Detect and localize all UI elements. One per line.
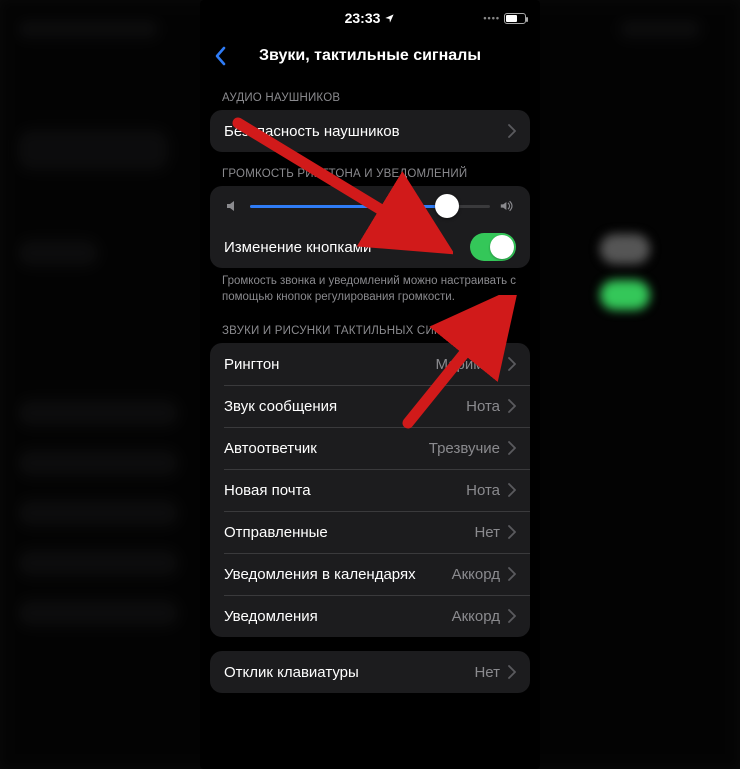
bg-toggle-off [600, 234, 650, 264]
volume-group: Изменение кнопками [210, 186, 530, 268]
volume-header: ГРОМКОСТЬ РИНГТОНА И УВЕДОМЛЕНИЙ [210, 152, 530, 186]
status-time: 23:33 [345, 10, 381, 26]
volume-low-icon [224, 198, 240, 214]
row-label: Автоответчик [224, 440, 429, 457]
ringtone-row[interactable]: Рингтон Маримба [210, 343, 530, 385]
change-with-buttons-toggle[interactable] [470, 233, 516, 261]
back-button[interactable] [206, 42, 234, 70]
reminder-alerts-row[interactable]: Уведомления Аккорд [210, 595, 530, 637]
row-value: Трезвучие [429, 440, 500, 457]
nav-bar: Звуки, тактильные сигналы [200, 36, 540, 76]
row-label: Уведомления в календарях [224, 566, 452, 583]
page-title: Звуки, тактильные сигналы [259, 47, 481, 65]
location-icon [384, 13, 395, 24]
voicemail-row[interactable]: Автоответчик Трезвучие [210, 427, 530, 469]
new-mail-row[interactable]: Новая почта Нота [210, 469, 530, 511]
sounds-group: Рингтон Маримба Звук сообщения Нота Авто… [210, 343, 530, 637]
chevron-right-icon [508, 609, 516, 623]
calendar-alerts-row[interactable]: Уведомления в календарях Аккорд [210, 553, 530, 595]
chevron-right-icon [508, 525, 516, 539]
headphone-safety-label: Безопасность наушников [224, 123, 508, 140]
row-value: Нет [474, 664, 500, 681]
row-value: Нота [466, 398, 500, 415]
volume-slider-thumb[interactable] [435, 194, 459, 218]
chevron-right-icon [508, 483, 516, 497]
headphone-safety-row[interactable]: Безопасность наушников [210, 110, 530, 152]
row-label: Отклик клавиатуры [224, 664, 474, 681]
status-bar: 23:33 •••• [200, 0, 540, 36]
chevron-right-icon [508, 124, 516, 138]
chevron-right-icon [508, 441, 516, 455]
row-value: Маримба [436, 356, 500, 373]
volume-high-icon [500, 198, 516, 214]
volume-slider-fill [250, 205, 447, 208]
bg-toggle-on [600, 280, 650, 310]
row-value: Нота [466, 482, 500, 499]
row-label: Звук сообщения [224, 398, 466, 415]
row-label: Рингтон [224, 356, 436, 373]
change-with-buttons-label: Изменение кнопками [224, 239, 470, 256]
keyboard-feedback-row[interactable]: Отклик клавиатуры Нет [210, 651, 530, 693]
battery-icon [504, 13, 526, 24]
settings-scroll[interactable]: АУДИО НАУШНИКОВ Безопасность наушников Г… [200, 76, 540, 769]
toggle-knob [490, 235, 514, 259]
volume-slider[interactable] [250, 205, 490, 208]
row-value: Нет [474, 524, 500, 541]
row-label: Новая почта [224, 482, 466, 499]
keyboard-group: Отклик клавиатуры Нет [210, 651, 530, 693]
row-label: Отправленные [224, 524, 474, 541]
headphones-group: Безопасность наушников [210, 110, 530, 152]
chevron-right-icon [508, 357, 516, 371]
row-value: Аккорд [452, 566, 500, 583]
text-tone-row[interactable]: Звук сообщения Нота [210, 385, 530, 427]
sounds-header: ЗВУКИ И РИСУНКИ ТАКТИЛЬНЫХ СИГНАЛОВ [210, 309, 530, 343]
headphones-header: АУДИО НАУШНИКОВ [210, 76, 530, 110]
change-with-buttons-row: Изменение кнопками [210, 226, 530, 268]
phone-frame: 23:33 •••• Звуки, тактильные сигналы АУД… [200, 0, 540, 769]
signal-icon: •••• [483, 13, 500, 23]
chevron-right-icon [508, 567, 516, 581]
volume-slider-row [210, 186, 530, 226]
sent-mail-row[interactable]: Отправленные Нет [210, 511, 530, 553]
row-value: Аккорд [452, 608, 500, 625]
chevron-right-icon [508, 399, 516, 413]
volume-footer: Громкость звонка и уведомлений можно нас… [210, 268, 530, 309]
row-label: Уведомления [224, 608, 452, 625]
chevron-right-icon [508, 665, 516, 679]
